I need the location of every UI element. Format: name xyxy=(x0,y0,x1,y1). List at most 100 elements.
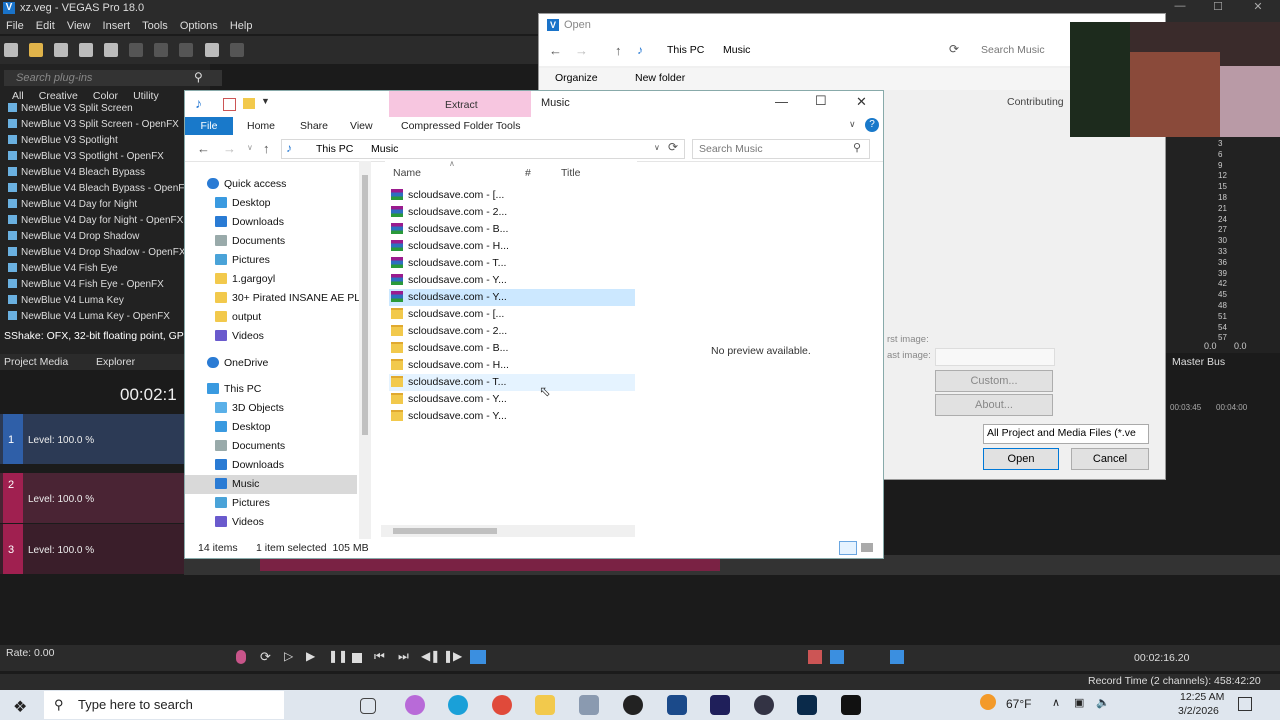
tab-explorer[interactable]: Explorer xyxy=(96,356,135,368)
menu-file[interactable]: File xyxy=(6,18,24,34)
nav-videos[interactable]: Videos xyxy=(215,330,264,342)
plugin-list-item[interactable]: NewBlue V4 Fish Eye - OpenFX xyxy=(8,279,164,290)
large-icons-view-icon[interactable] xyxy=(861,543,873,552)
plugin-tab-creative[interactable]: Creative xyxy=(39,90,78,102)
plugin-list-item[interactable]: NewBlue V4 Luma Key xyxy=(8,295,124,306)
menu-tools[interactable]: Tools xyxy=(142,18,168,34)
ribbon-tab-file[interactable]: File xyxy=(185,117,233,135)
close-icon[interactable]: ✕ xyxy=(1248,0,1268,13)
file-row[interactable]: scloudsave.com - [... xyxy=(389,306,635,323)
go-to-end-icon[interactable]: ⏭ xyxy=(398,649,409,664)
explorer-search-input[interactable]: Search Music ⚲ xyxy=(692,139,870,159)
breadcrumb-this-pc[interactable]: This PC xyxy=(316,143,353,155)
chrome-icon[interactable] xyxy=(492,695,512,715)
ribbon-tab-home[interactable]: Home xyxy=(247,117,275,135)
extract-context-tab[interactable]: Extract xyxy=(389,91,531,117)
up-arrow-icon[interactable]: ↑ xyxy=(615,43,622,58)
play-icon[interactable]: ▶ xyxy=(306,649,315,663)
plugin-search-input[interactable]: Search plug-ins xyxy=(4,70,222,86)
menu-view[interactable]: View xyxy=(67,18,91,34)
nav-desktop[interactable]: Desktop xyxy=(215,197,271,209)
plugin-tab-utility[interactable]: Utility xyxy=(133,90,159,102)
taskbar-time[interactable]: 12:25 AM xyxy=(1180,691,1224,703)
file-row[interactable]: scloudsave.com - 2... xyxy=(389,323,635,340)
snapping-icon[interactable] xyxy=(808,650,822,664)
plugin-list-item[interactable]: NewBlue V4 Day for Night xyxy=(8,199,137,210)
video-track-1[interactable]: 1 Level: 100.0 % xyxy=(0,414,184,464)
file-row[interactable]: scloudsave.com - Y... xyxy=(389,408,635,425)
edit-tool-icon[interactable] xyxy=(470,650,486,664)
breadcrumb-music[interactable]: Music xyxy=(723,44,750,56)
plugin-list-item[interactable]: NewBlue V4 Day for Night - OpenFX xyxy=(8,215,183,226)
file-row[interactable]: scloudsave.com - Y... xyxy=(389,272,635,289)
weather-icon[interactable] xyxy=(980,694,996,710)
volume-icon[interactable]: 🔈 xyxy=(1096,696,1110,709)
network-icon[interactable]: ▣ xyxy=(1074,696,1084,709)
back-arrow-icon[interactable]: ← xyxy=(197,141,210,156)
nav-pictures[interactable]: Pictures xyxy=(215,254,270,266)
plugin-list-item[interactable]: NewBlue V4 Luma Key - OpenFX xyxy=(8,311,170,322)
cancel-button[interactable]: Cancel xyxy=(1071,448,1149,470)
properties-quick-icon[interactable] xyxy=(223,98,236,111)
nav-onedrive[interactable]: OneDrive xyxy=(207,357,268,369)
notifications-icon[interactable] xyxy=(1238,697,1252,711)
save-icon[interactable] xyxy=(54,43,69,57)
cut-icon[interactable] xyxy=(129,43,144,57)
weather-temperature[interactable]: 67°F xyxy=(1006,697,1031,711)
taskbar-app-icon[interactable] xyxy=(754,695,774,715)
open-project-icon[interactable] xyxy=(29,43,44,57)
refresh-icon[interactable]: ⟳ xyxy=(668,140,678,154)
nav-this-pc[interactable]: This PC xyxy=(207,383,261,395)
forward-arrow-icon[interactable]: → xyxy=(223,141,236,156)
ribbon-tab-compressed-folder-tools[interactable]: Compressed Folder Tools xyxy=(401,117,520,135)
minimize-icon[interactable]: — xyxy=(1170,0,1190,12)
file-row[interactable]: scloudsave.com - T... xyxy=(389,255,635,272)
file-row-selected[interactable]: scloudsave.com - Y... xyxy=(389,289,635,306)
play-from-start-icon[interactable]: ▷ xyxy=(284,649,293,663)
nav-scrollbar[interactable] xyxy=(359,161,371,539)
windows-start-icon[interactable]: ❖ xyxy=(13,697,27,717)
plugin-list-item[interactable]: NewBlue V4 Bleach Bypass - OpenFX xyxy=(8,183,191,194)
breadcrumb-this-pc[interactable]: This PC xyxy=(667,44,704,56)
obs-icon[interactable] xyxy=(623,695,643,715)
capcut-icon[interactable] xyxy=(841,695,861,715)
plugin-list-item[interactable]: NewBlue V4 Drop Shadow - OpenFX xyxy=(8,247,186,258)
stop-icon[interactable] xyxy=(352,653,362,663)
tab-project-media[interactable]: Project Media xyxy=(4,356,68,368)
nav-desktop[interactable]: Desktop xyxy=(215,421,271,433)
nav-downloads[interactable]: Downloads xyxy=(215,459,284,471)
h-scrollbar-thumb[interactable] xyxy=(393,528,497,534)
previous-frame-icon[interactable]: ◀❚ xyxy=(421,649,440,663)
file-row[interactable]: scloudsave.com - 2... xyxy=(389,204,635,221)
copilot-icon[interactable] xyxy=(405,695,425,715)
properties-icon[interactable] xyxy=(104,43,119,57)
recent-dropdown-icon[interactable]: ∨ xyxy=(247,143,253,152)
video-track-3[interactable]: 3 Level: 100.0 % xyxy=(0,524,184,574)
video-track-2[interactable]: 2 Level: 100.0 % xyxy=(0,473,184,523)
nav-folder[interactable]: output xyxy=(215,311,261,323)
file-row[interactable]: scloudsave.com - B... xyxy=(389,221,635,238)
new-folder-quick-icon[interactable] xyxy=(243,98,255,109)
qat-dropdown-icon[interactable]: ▼ xyxy=(261,96,270,106)
file-list-h-scrollbar[interactable] xyxy=(381,525,635,537)
custom-button[interactable]: Custom... xyxy=(935,370,1053,392)
auto-ripple-icon[interactable] xyxy=(830,650,844,664)
minimize-icon[interactable]: — xyxy=(775,94,788,109)
plugin-list-item[interactable]: NewBlue V4 Bleach Bypass xyxy=(8,167,145,178)
close-icon[interactable]: ✕ xyxy=(856,94,867,110)
address-dropdown-icon[interactable]: ∨ xyxy=(654,143,660,152)
vegas-taskbar-icon[interactable] xyxy=(667,695,687,715)
nav-music[interactable]: Music xyxy=(215,478,259,490)
nav-scrollbar-thumb[interactable] xyxy=(362,175,368,435)
details-view-icon[interactable] xyxy=(839,541,857,555)
taskbar-app-icon[interactable] xyxy=(579,695,599,715)
plugin-list-item[interactable]: NewBlue V3 Split Screen - OpenFX xyxy=(8,119,179,130)
open-search-input[interactable]: Search Music xyxy=(981,44,1045,56)
task-view-icon[interactable] xyxy=(360,698,376,714)
nav-folder[interactable]: 30+ Pirated INSANE AE PLU xyxy=(215,292,361,304)
copy-icon[interactable] xyxy=(154,43,169,57)
file-row[interactable]: scloudsave.com - H... xyxy=(389,238,635,255)
column-header-title[interactable]: Title xyxy=(561,167,580,179)
plugin-tab-all[interactable]: All xyxy=(12,90,24,102)
redo-icon[interactable] xyxy=(229,43,244,57)
